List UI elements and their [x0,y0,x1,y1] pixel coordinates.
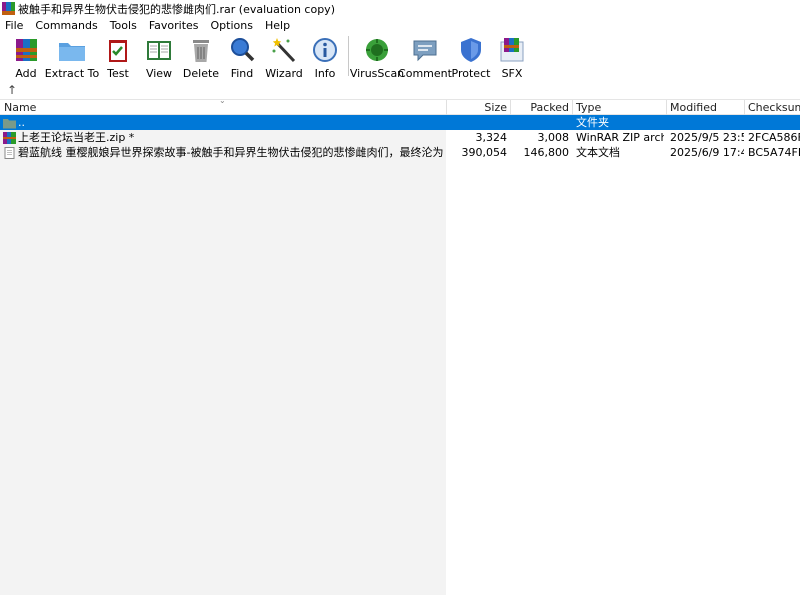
extract-to-button[interactable]: Extract To [44,34,100,80]
zip-archive-icon [3,131,16,144]
column-header-modified[interactable]: Modified [670,100,744,115]
file-modified [670,115,744,130]
text-document-icon [4,146,15,159]
file-modified: 2025/6/9 17:43 [670,146,744,159]
virusscan-label: VirusScan [349,67,405,80]
sfx-button[interactable]: SFX [493,34,531,80]
column-header-packed[interactable]: Packed [511,100,569,115]
path-bar: ↑ [0,80,800,99]
file-name: 上老王论坛当老王.zip * [18,131,135,144]
protect-label: Protect [451,67,491,80]
up-arrow-icon[interactable]: ↑ [7,83,17,97]
menu-options[interactable]: Options [205,19,259,32]
list-header: ⌄ Name Size Packed Type Modified Checksu… [0,96,800,115]
column-header-name[interactable]: Name [4,100,444,115]
file-type: 文件夹 [576,116,609,129]
menu-file[interactable]: File [0,19,29,32]
file-checksum: BC5A74FD [748,146,800,159]
toolbar-separator [348,36,349,76]
toolbar: Add Extract To Test View Delete Find Wiz… [0,34,800,80]
menu-favorites[interactable]: Favorites [143,19,205,32]
find-button[interactable]: Find [222,34,262,80]
protect-shield-icon [456,36,486,64]
comment-icon [410,36,440,64]
info-icon [310,36,340,64]
file-size: 390,054 [461,146,508,159]
virusscan-button[interactable]: VirusScan [349,34,405,80]
info-label: Info [314,67,336,80]
menu-help[interactable]: Help [259,19,296,32]
file-checksum: 2FCA586F [748,131,800,144]
menu-bar: File Commands Tools Favorites Options He… [0,17,800,34]
test-clipboard-icon [103,36,133,64]
file-packed: 146,800 [523,146,570,159]
comment-button[interactable]: Comment [398,34,452,80]
delete-trash-icon [186,36,216,64]
column-divider [666,100,667,115]
name-column-background [0,115,446,595]
column-header-checksum[interactable]: Checksum [748,100,800,115]
find-magnifier-icon [227,36,257,64]
test-button[interactable]: Test [98,34,138,80]
test-label: Test [107,67,129,80]
add-archive-icon [11,36,41,64]
info-button[interactable]: Info [306,34,344,80]
wizard-button[interactable]: Wizard [262,34,306,80]
title-bar: 被触手和异界生物伏击侵犯的悲惨雌肉们.rar (evaluation copy) [0,0,800,17]
extract-to-label: Extract To [44,67,100,80]
view-button[interactable]: View [138,34,180,80]
table-row[interactable]: 碧蓝航线 重樱舰娘异世界探索故事-被触手和异界生物伏击侵犯的悲惨雌肉们，最终沦为… [0,145,800,160]
column-header-type[interactable]: Type [576,100,664,115]
file-type: WinRAR ZIP archi... [576,131,664,144]
file-size: 3,324 [475,131,508,144]
file-size [447,115,507,130]
extract-folder-icon [57,36,87,64]
column-divider [744,100,745,115]
find-label: Find [230,67,254,80]
delete-label: Delete [182,67,220,80]
sfx-icon [497,36,527,64]
winrar-app-icon [2,2,15,15]
file-packed [511,115,569,130]
add-button[interactable]: Add [6,34,46,80]
table-row[interactable]: .. 文件夹 [0,115,800,130]
file-type: 文本文档 [576,146,620,159]
menu-tools[interactable]: Tools [104,19,143,32]
sfx-label: SFX [501,67,523,80]
file-checksum [748,115,800,130]
wizard-label: Wizard [265,67,303,80]
delete-button[interactable]: Delete [180,34,222,80]
file-packed: 3,008 [537,131,570,144]
table-row[interactable]: 上老王论坛当老王.zip * 3,324 3,008 WinRAR ZIP ar… [0,130,800,145]
window-title: 被触手和异界生物伏击侵犯的悲惨雌肉们.rar (evaluation copy) [18,2,335,16]
file-modified: 2025/9/5 23:53 [670,131,744,144]
file-list: ⌄ Name Size Packed Type Modified Checksu… [0,96,800,595]
column-header-size[interactable]: Size [447,100,507,115]
file-name: 碧蓝航线 重樱舰娘异世界探索故事-被触手和异界生物伏击侵犯的悲惨雌肉们，最终沦为… [18,146,444,159]
file-name: .. [18,116,25,129]
menu-commands[interactable]: Commands [29,19,103,32]
comment-label: Comment [398,67,452,80]
view-book-icon [144,36,174,64]
protect-button[interactable]: Protect [449,34,493,80]
virus-scan-icon [362,36,392,64]
folder-icon [3,118,16,128]
add-label: Add [15,67,37,80]
wizard-wand-icon [269,36,299,64]
column-divider [572,100,573,115]
view-label: View [145,67,173,80]
